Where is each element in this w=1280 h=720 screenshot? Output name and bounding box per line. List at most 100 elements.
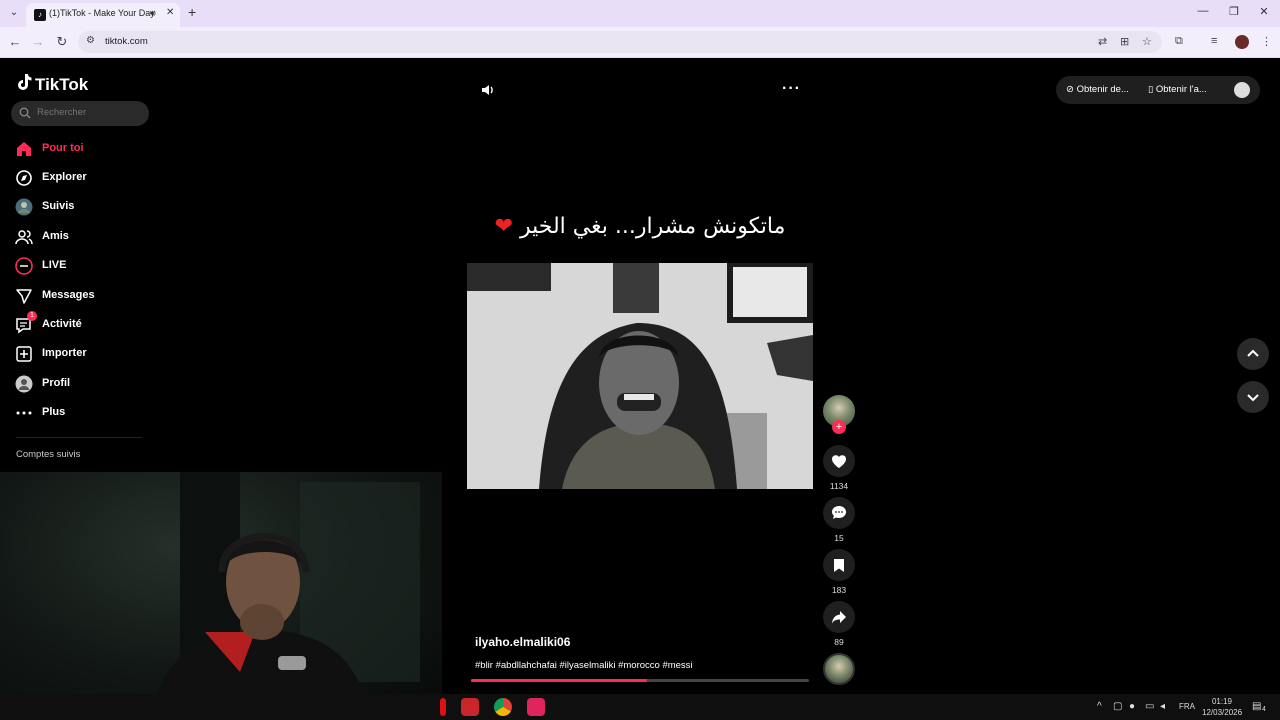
bookmark-star-icon[interactable]: ☆ <box>1142 35 1152 48</box>
tray-chevron-icon[interactable]: ^ <box>1097 701 1102 712</box>
browser-tab[interactable]: ♪ (1)TikTok - Make Your Day 🔊︎ ✕ <box>26 3 180 27</box>
nav-item-for-you[interactable]: Pour toi <box>15 138 145 160</box>
nav-label: Explorer <box>42 171 87 183</box>
minimize-button[interactable]: — <box>1195 5 1211 17</box>
friends-icon <box>15 230 33 245</box>
clock-time: 01:19 <box>1211 697 1233 706</box>
nav-item-more[interactable]: Plus <box>15 402 145 424</box>
site-info-icon[interactable]: ⚙ <box>86 35 95 46</box>
new-tab-button[interactable]: + <box>188 4 196 20</box>
nav-label: Plus <box>42 406 66 418</box>
video-progress-bar[interactable] <box>471 679 809 682</box>
nav-label: Pour toi <box>42 142 84 154</box>
chevron-down-icon <box>1247 394 1259 402</box>
close-tab-icon[interactable]: ✕ <box>166 7 174 18</box>
clock[interactable]: 01:19 12/03/2026 <box>1202 696 1242 718</box>
nav-item-upload[interactable]: Importer <box>15 343 145 365</box>
browser-toolbar: ← → ↻ ⚙ tiktok.com ⇄ ⊞ ☆ ⧉ ≡ ⋮ <box>0 27 1280 58</box>
tray-device-icon[interactable]: ▢ <box>1113 701 1122 712</box>
get-coins-button[interactable]: ⊘ Obtenir de... <box>1066 84 1129 95</box>
clock-date: 12/03/2026 <box>1202 708 1243 717</box>
video-author-username[interactable]: ilyaho.elmaliki06 <box>475 635 570 649</box>
language-indicator[interactable]: FRA <box>1179 702 1195 711</box>
video-frame-image <box>467 263 813 489</box>
brand-name: TikTok <box>35 75 89 94</box>
network-icon[interactable]: ▭ <box>1145 701 1154 712</box>
app-pink-icon[interactable] <box>527 698 545 716</box>
heart-icon <box>832 455 846 468</box>
nav-item-live[interactable]: LIVE <box>15 255 145 277</box>
nav-item-explore[interactable]: Explorer <box>15 167 145 189</box>
chevron-up-icon <box>1247 349 1259 357</box>
follow-plus-icon[interactable]: + <box>832 420 846 434</box>
comment-button[interactable] <box>823 497 855 529</box>
user-avatar[interactable] <box>1234 82 1250 98</box>
browser-tab-bar: ⌄ ♪ (1)TikTok - Make Your Day 🔊︎ ✕ + — ❐… <box>0 0 1280 27</box>
nav-item-friends[interactable]: Amis <box>15 226 145 248</box>
home-icon <box>17 142 31 156</box>
like-button[interactable] <box>823 445 855 477</box>
close-window-button[interactable]: ✕ <box>1256 5 1272 18</box>
share-count: 89 <box>834 637 844 647</box>
volume-tray-icon[interactable]: ◂ <box>1160 701 1165 712</box>
nav-label: Messages <box>42 289 95 301</box>
nav-item-following[interactable]: Suivis <box>15 196 145 218</box>
translate-icon[interactable]: ⇄ <box>1098 35 1107 48</box>
nav-item-messages[interactable]: Messages <box>15 285 145 307</box>
previous-video-button[interactable] <box>1237 338 1269 370</box>
profile-avatar[interactable] <box>1235 35 1249 49</box>
tiktok-logo[interactable]: TikTok <box>16 72 88 95</box>
nav-item-activity[interactable]: 1 Activité <box>15 311 145 336</box>
search-input[interactable] <box>37 107 137 118</box>
microphone-icon[interactable]: ● <box>1129 701 1135 712</box>
notifications-icon[interactable]: ▤ <box>1252 701 1261 712</box>
volume-icon[interactable] <box>480 82 496 98</box>
get-app-button[interactable]: ▯ Obtenir l'a... <box>1148 84 1207 95</box>
notification-badge: 1 <box>27 311 37 321</box>
install-app-icon[interactable]: ⊞ <box>1120 35 1129 48</box>
notifications-count: 4 <box>1262 706 1266 713</box>
nav-item-profile[interactable]: Profil <box>15 373 145 395</box>
avatar-icon <box>15 375 33 393</box>
address-bar[interactable]: ⚙ tiktok.com ⇄ ⊞ ☆ <box>78 31 1162 53</box>
save-count: 183 <box>831 585 847 595</box>
video-caption-overlay: ماتكونش مشرار... بغي الخير ❤ <box>460 214 820 239</box>
restore-button[interactable]: ❐ <box>1226 5 1242 18</box>
tab-search-button[interactable]: ⌄ <box>5 5 23 21</box>
avatar-icon <box>15 198 33 216</box>
nav-label: Activité <box>42 318 82 330</box>
live-icon <box>15 257 33 275</box>
video-player[interactable] <box>467 263 813 489</box>
media-controls-icon[interactable]: ≡ <box>1211 35 1217 47</box>
like-count: 1134 <box>829 481 849 491</box>
back-button[interactable]: ← <box>7 34 23 49</box>
forward-button[interactable]: → <box>30 34 46 49</box>
nav-label: Suivis <box>42 200 75 212</box>
music-disc-avatar[interactable] <box>823 653 855 685</box>
webcam-overlay <box>0 472 442 694</box>
compass-icon <box>16 170 32 186</box>
more-options-button[interactable]: ··· <box>782 80 801 98</box>
tab-title: (1)TikTok - Make Your Day <box>49 8 155 18</box>
nav-label: Profil <box>42 377 71 389</box>
os-taskbar: ^ ▢ ● ▭ ◂ FRA 01:19 12/03/2026 ▤ 4 <box>0 694 1280 720</box>
save-button[interactable] <box>823 549 855 581</box>
webcam-person-image <box>156 472 420 694</box>
app-red-icon[interactable] <box>461 698 479 716</box>
nav-label: Importer <box>42 347 87 359</box>
bookmark-icon <box>834 559 844 572</box>
chrome-icon[interactable] <box>494 698 512 716</box>
extensions-icon[interactable]: ⧉ <box>1175 35 1183 48</box>
share-button[interactable] <box>823 601 855 633</box>
partial-app-icon[interactable] <box>440 698 446 716</box>
speaker-icon[interactable]: 🔊︎ <box>150 8 156 19</box>
video-hashtags[interactable]: #blir #abdllahchafai #ilyaselmaliki #mor… <box>475 660 693 671</box>
coin-icon: ⊘ <box>1066 84 1077 95</box>
tiktok-favicon-icon: ♪ <box>34 9 46 21</box>
menu-kebab-icon[interactable]: ⋮ <box>1261 35 1272 48</box>
next-video-button[interactable] <box>1237 381 1269 413</box>
video-progress-fill <box>471 679 647 682</box>
reload-button[interactable]: ↻ <box>54 34 70 50</box>
url-text[interactable]: tiktok.com <box>105 36 148 47</box>
search-box[interactable] <box>11 101 149 126</box>
